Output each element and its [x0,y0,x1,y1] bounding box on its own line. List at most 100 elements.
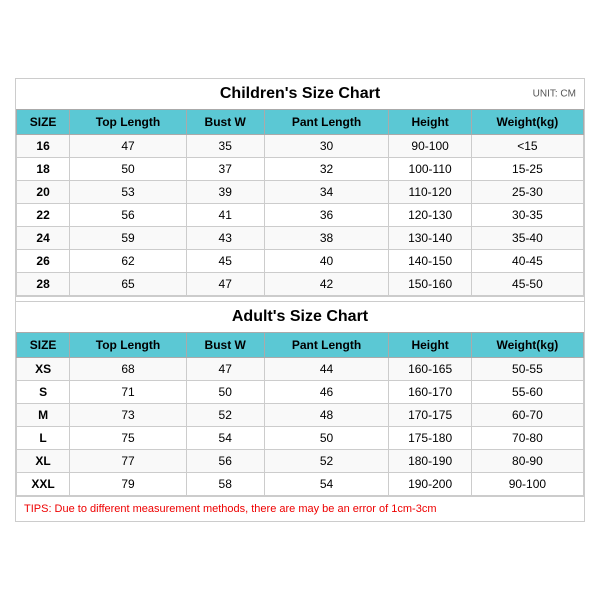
table-cell: 175-180 [389,427,471,450]
table-cell: 26 [17,250,70,273]
children-col-height: Height [389,110,471,135]
table-cell: 25-30 [471,181,583,204]
table-cell: 110-120 [389,181,471,204]
table-cell: 22 [17,204,70,227]
table-cell: 15-25 [471,158,583,181]
adult-col-pant-length: Pant Length [264,333,389,358]
tips-row: TIPS: Due to different measurement metho… [16,496,584,521]
table-cell: 190-200 [389,473,471,496]
unit-label: UNIT: CM [533,89,576,100]
table-cell: 60-70 [471,404,583,427]
table-cell: 140-150 [389,250,471,273]
table-cell: 79 [70,473,187,496]
children-col-pant-length: Pant Length [264,110,389,135]
table-cell: 160-165 [389,358,471,381]
table-cell: S [17,381,70,404]
table-cell: 52 [186,404,264,427]
adult-title-row: Adult's Size Chart [16,302,584,332]
table-cell: 65 [70,273,187,296]
children-table: SIZE Top Length Bust W Pant Length Heigh… [16,109,584,296]
children-section-title: Children's Size Chart [220,85,380,102]
table-cell: 75 [70,427,187,450]
table-row: XXL795854190-20090-100 [17,473,584,496]
table-cell: 58 [186,473,264,496]
table-cell: 18 [17,158,70,181]
table-cell: 90-100 [389,135,471,158]
table-cell: 54 [264,473,389,496]
table-cell: 45-50 [471,273,583,296]
table-cell: 30-35 [471,204,583,227]
table-cell: 43 [186,227,264,250]
table-cell: 46 [264,381,389,404]
table-row: 1647353090-100<15 [17,135,584,158]
table-cell: 34 [264,181,389,204]
table-cell: 56 [186,450,264,473]
table-row: 22564136120-13030-35 [17,204,584,227]
table-cell: 47 [186,273,264,296]
table-cell: 55-60 [471,381,583,404]
children-col-bust-w: Bust W [186,110,264,135]
children-header-row: SIZE Top Length Bust W Pant Length Heigh… [17,110,584,135]
table-cell: 37 [186,158,264,181]
table-cell: 77 [70,450,187,473]
table-cell: 80-90 [471,450,583,473]
table-cell: 45 [186,250,264,273]
table-cell: 120-130 [389,204,471,227]
table-cell: 130-140 [389,227,471,250]
adult-col-bust-w: Bust W [186,333,264,358]
table-cell: 56 [70,204,187,227]
table-cell: XXL [17,473,70,496]
table-cell: 50 [70,158,187,181]
table-cell: 40 [264,250,389,273]
children-col-weight: Weight(kg) [471,110,583,135]
table-cell: 44 [264,358,389,381]
table-cell: 170-175 [389,404,471,427]
table-cell: 90-100 [471,473,583,496]
adult-header-row: SIZE Top Length Bust W Pant Length Heigh… [17,333,584,358]
adult-section-title: Adult's Size Chart [232,308,368,325]
table-cell: 48 [264,404,389,427]
table-cell: XL [17,450,70,473]
adult-col-height: Height [389,333,471,358]
table-row: 24594338130-14035-40 [17,227,584,250]
adult-col-weight: Weight(kg) [471,333,583,358]
table-row: XS684744160-16550-55 [17,358,584,381]
table-cell: 47 [70,135,187,158]
table-cell: 52 [264,450,389,473]
table-cell: 59 [70,227,187,250]
table-cell: 68 [70,358,187,381]
adult-col-size: SIZE [17,333,70,358]
table-cell: 180-190 [389,450,471,473]
table-row: S715046160-17055-60 [17,381,584,404]
children-col-top-length: Top Length [70,110,187,135]
tips-text: TIPS: Due to different measurement metho… [24,503,436,515]
table-cell: 20 [17,181,70,204]
table-cell: 35 [186,135,264,158]
table-cell: 73 [70,404,187,427]
table-cell: 62 [70,250,187,273]
table-row: 18503732100-11015-25 [17,158,584,181]
table-cell: 42 [264,273,389,296]
table-cell: 50-55 [471,358,583,381]
adult-table: SIZE Top Length Bust W Pant Length Heigh… [16,332,584,496]
table-cell: <15 [471,135,583,158]
table-cell: 35-40 [471,227,583,250]
table-row: L755450175-18070-80 [17,427,584,450]
table-cell: 32 [264,158,389,181]
table-cell: L [17,427,70,450]
table-cell: 150-160 [389,273,471,296]
table-cell: 71 [70,381,187,404]
children-col-size: SIZE [17,110,70,135]
table-cell: 24 [17,227,70,250]
table-row: M735248170-17560-70 [17,404,584,427]
size-chart-container: Children's Size Chart UNIT: CM SIZE Top … [15,78,585,522]
table-cell: 39 [186,181,264,204]
table-cell: 50 [264,427,389,450]
children-title-row: Children's Size Chart UNIT: CM [16,79,584,109]
table-cell: 38 [264,227,389,250]
table-cell: 41 [186,204,264,227]
table-cell: 160-170 [389,381,471,404]
table-row: 20533934110-12025-30 [17,181,584,204]
table-cell: 40-45 [471,250,583,273]
table-cell: 100-110 [389,158,471,181]
